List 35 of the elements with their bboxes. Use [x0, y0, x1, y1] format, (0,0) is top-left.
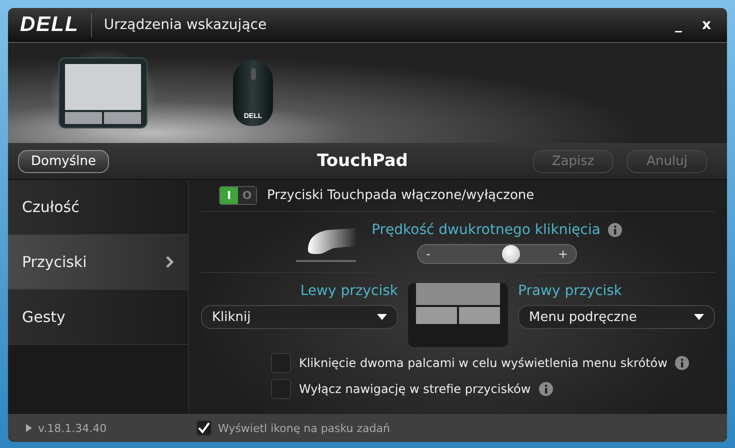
slider-thumb[interactable] — [502, 245, 520, 263]
info-icon — [608, 223, 622, 237]
window-title: Urządzenia wskazujące — [104, 17, 267, 33]
checkbox[interactable] — [271, 353, 291, 373]
right-button-label: Prawy przycisk — [518, 283, 623, 299]
caret-icon — [694, 314, 704, 320]
double-click-speed-slider[interactable]: - + — [417, 244, 577, 264]
expand-icon[interactable] — [26, 424, 32, 432]
left-button-dropdown[interactable]: Kliknij — [201, 305, 398, 329]
sidebar-item[interactable]: Gesty — [8, 290, 188, 345]
chevron-icon — [166, 256, 174, 268]
double-click-speed-label: Prędkość dwukrotnego kliknięcia — [372, 222, 600, 238]
plus-label: + — [558, 247, 568, 261]
minus-label: - — [426, 247, 430, 261]
info-icon — [538, 382, 553, 396]
option-label: Wyłącz nawigację w strefie przycisków — [299, 382, 531, 396]
default-button[interactable]: Domyślne — [18, 150, 109, 172]
checkbox[interactable] — [196, 420, 212, 436]
right-button-dropdown[interactable]: Menu podręczne — [518, 305, 715, 329]
toggle-label: Przyciski Touchpada włączone/wyłączone — [267, 188, 534, 203]
version-label: v.18.1.34.40 — [38, 422, 107, 434]
section-title: TouchPad — [317, 151, 408, 171]
minimize-button[interactable]: _ — [670, 17, 686, 33]
option-label: Kliknięcie dwoma palcami w celu wyświetlenia menu skrótów — [299, 356, 668, 370]
touchpad-icon — [58, 57, 148, 129]
sidebar-item[interactable]: Czułość — [8, 180, 188, 235]
close-button[interactable]: x — [698, 17, 715, 33]
info-icon — [675, 356, 690, 370]
left-button-label: Lewy przycisk — [300, 283, 398, 299]
checkbox[interactable] — [271, 379, 291, 399]
touchpad-buttons-icon — [408, 283, 508, 347]
brand-logo: DELL — [20, 13, 79, 37]
show-tray-icon-label: Wyświetl ikonę na pasku zadań — [218, 422, 390, 434]
caret-icon — [377, 314, 387, 320]
sidebar-item[interactable]: Przyciski — [8, 235, 188, 290]
